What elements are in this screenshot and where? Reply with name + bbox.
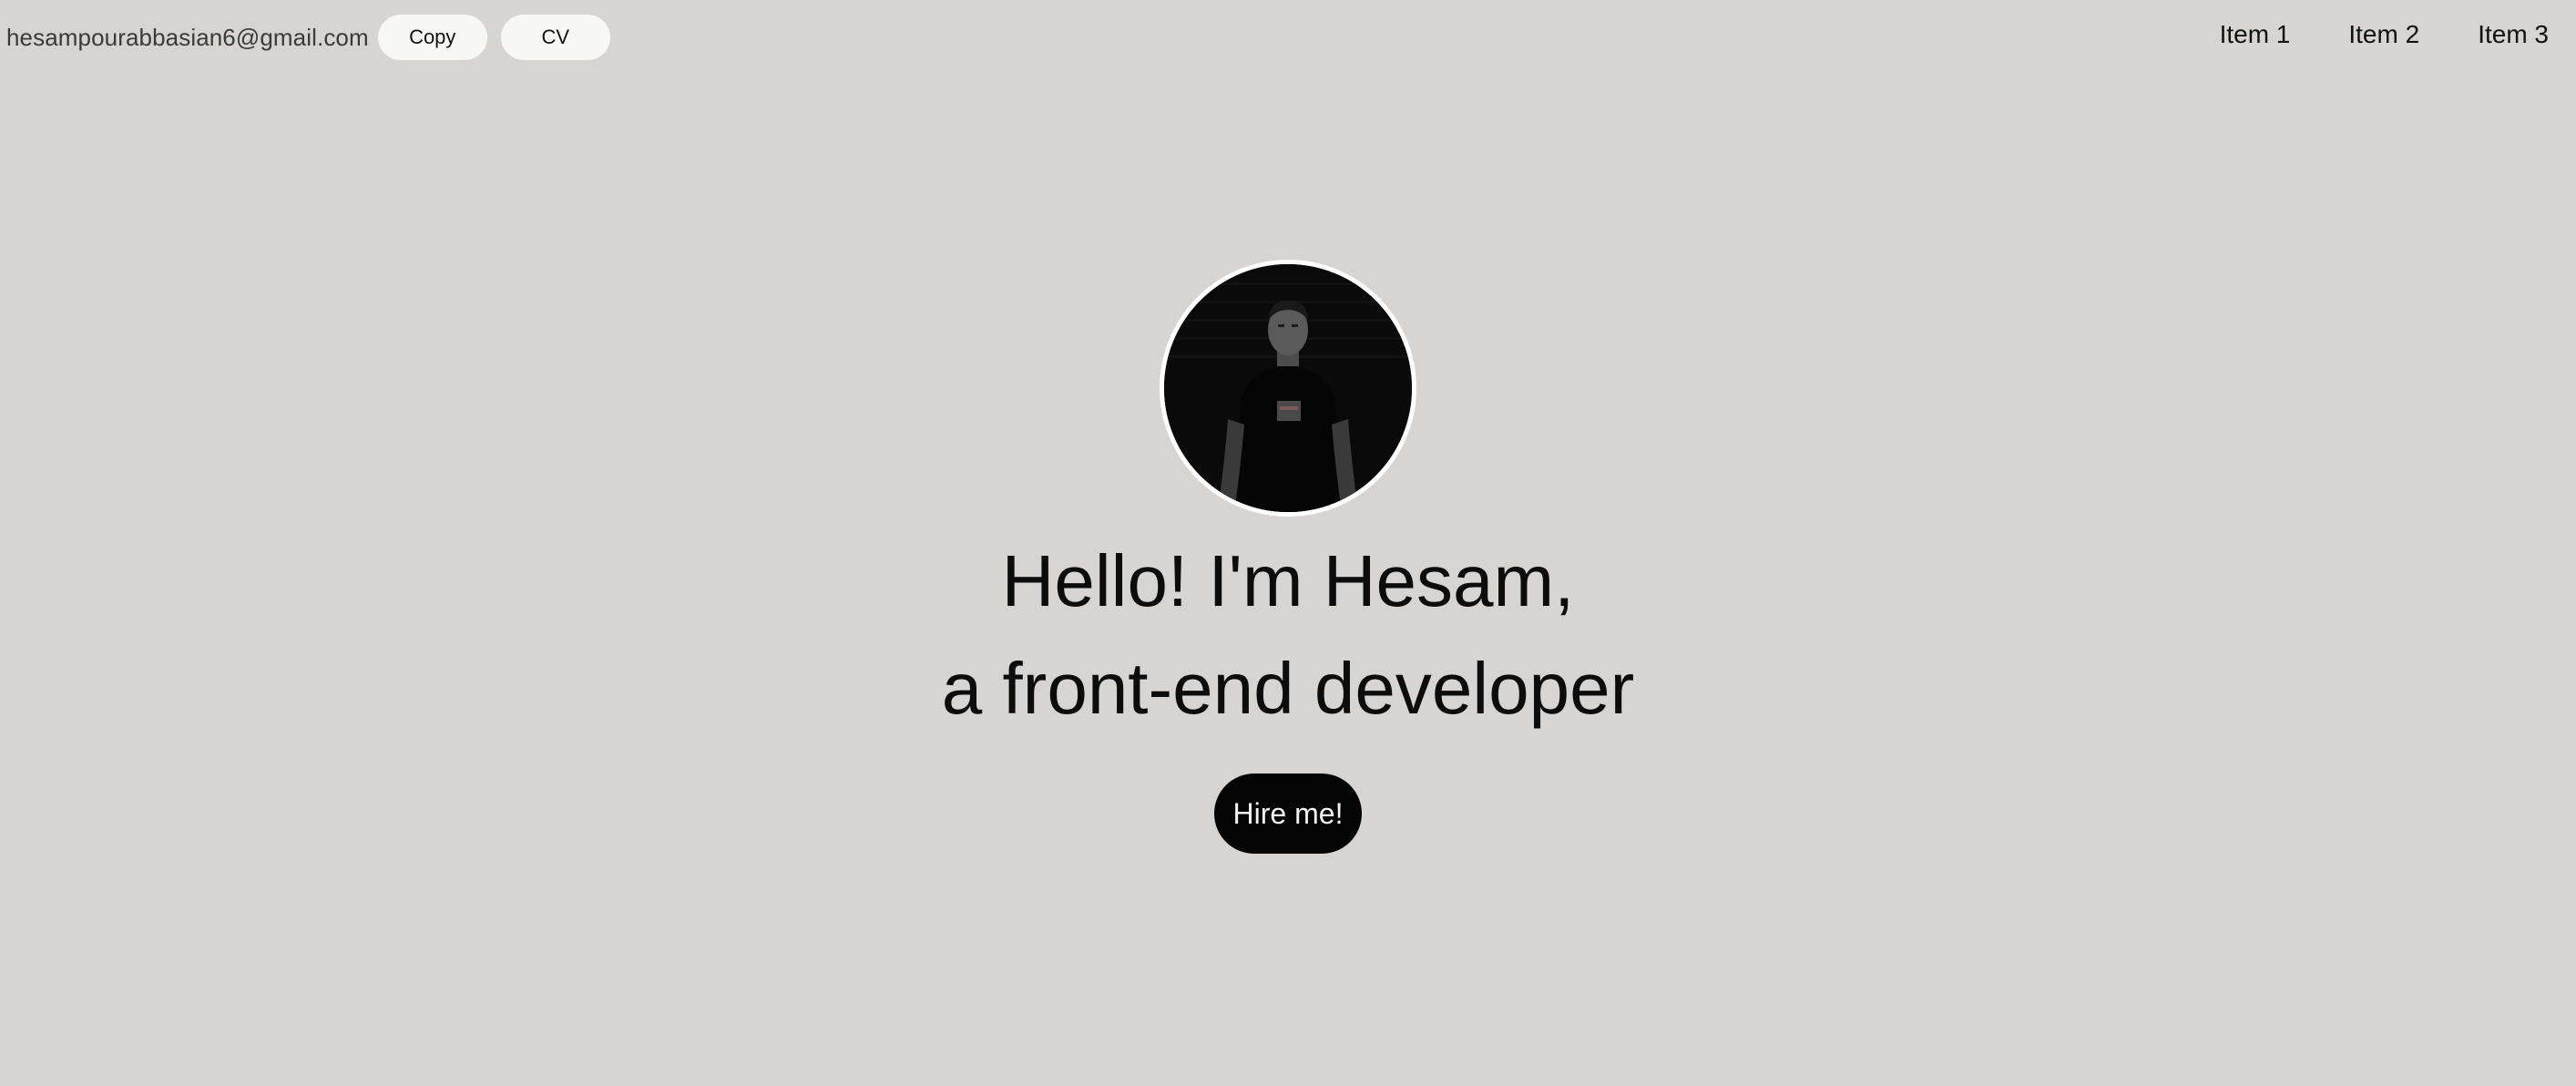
profile-photo-icon	[1164, 264, 1412, 512]
nav-item-1[interactable]: Item 1	[2220, 20, 2291, 49]
contact-group: hesampourabbasian6@gmail.com Copy CV	[6, 15, 624, 60]
main-nav: Item 1 Item 2 Item 3	[2220, 20, 2549, 49]
cv-button[interactable]: CV	[500, 15, 610, 60]
greeting-heading: Hello! I'm Hesam,	[1001, 540, 1575, 621]
hero-section: Hello! I'm Hesam, a front-end developer …	[0, 260, 2576, 854]
avatar	[1160, 260, 1416, 517]
email-address: hesampourabbasian6@gmail.com	[6, 23, 369, 51]
nav-item-2[interactable]: Item 2	[2348, 20, 2419, 49]
role-heading: a front-end developer	[941, 648, 1635, 729]
nav-item-3[interactable]: Item 3	[2478, 20, 2549, 49]
hire-me-button[interactable]: Hire me!	[1214, 774, 1362, 854]
top-bar: hesampourabbasian6@gmail.com Copy CV Ite…	[0, 0, 2576, 73]
copy-button[interactable]: Copy	[377, 15, 487, 60]
